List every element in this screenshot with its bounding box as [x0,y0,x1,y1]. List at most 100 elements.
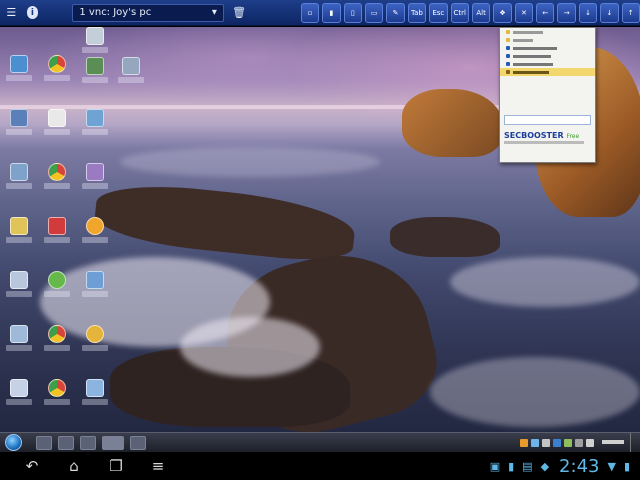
chrome-icon[interactable] [44,163,70,203]
info-icon[interactable]: i [26,6,39,19]
desktop-icon[interactable] [6,217,32,257]
arrow-down-2-icon: ↓ [606,8,613,17]
app-icon [506,62,510,66]
tray-icon[interactable] [553,438,561,447]
desktop-icon[interactable] [6,163,32,203]
desktop-icon[interactable] [82,109,108,149]
desktop-icon[interactable] [118,57,144,97]
app-icon [506,70,510,74]
wave-foam [120,147,380,177]
taskbar-app[interactable] [130,435,146,450]
popup-row[interactable] [500,28,595,36]
tray-icon[interactable] [531,438,539,447]
desktop-icon[interactable] [82,325,108,365]
network-icon[interactable] [575,438,583,447]
folder-icon [506,38,510,42]
arrow-down-button[interactable]: ↓ [578,2,598,23]
brush-icon: ✎ [392,8,399,17]
tray-popup[interactable]: SECBOOSTER Free [499,27,596,163]
menu-icon[interactable]: ☰ [4,5,19,21]
battery-small-icon[interactable]: ▮ [508,460,514,473]
screenshot-icon[interactable]: ▤ [522,460,532,473]
popup-row[interactable] [500,36,595,44]
arrow-left-button[interactable]: ← [536,2,555,23]
taskbar-app[interactable] [80,435,96,450]
popup-row[interactable] [500,60,595,68]
arrow-right-button[interactable]: → [557,2,576,23]
popup-row-selected[interactable] [500,68,595,76]
popup-row[interactable] [500,44,595,52]
vnc-toolbar: ☰ i 1 vnc: Joy's pc ▾ 🗑 ▫ ▮ ▯ ▭ ✎ Tab Es… [0,0,640,26]
desktop-icon[interactable] [44,109,70,149]
wifi-icon: ▼ [607,459,616,473]
arrow-up-icon: ↑ [627,8,634,17]
tray-icon[interactable] [564,438,572,447]
desktop-icon[interactable] [82,57,108,97]
desktop-icon[interactable] [82,163,108,203]
menu-icon[interactable]: ≡ [148,457,168,475]
trash-icon[interactable]: 🗑 [232,5,247,21]
arrow-up-button[interactable]: ↑ [621,2,640,23]
desktop-icon[interactable] [6,325,32,365]
chrome-icon[interactable] [44,379,70,419]
back-icon[interactable]: ↶ [22,457,42,475]
desktop-icon[interactable] [6,109,32,149]
vnc-notification-icon[interactable]: ▣ [490,460,500,473]
start-button[interactable] [5,434,22,451]
chrome-icon[interactable] [44,55,70,95]
tray-icon[interactable] [542,438,550,447]
home-icon[interactable]: ⌂ [64,457,84,475]
windows-clock[interactable] [602,439,624,446]
fullscreen-button[interactable]: ✕ [514,2,534,23]
desktop-icon[interactable] [82,217,108,257]
wave-foam [430,357,640,427]
alt-key-button[interactable]: Alt [471,2,491,23]
copy-icon: ▮ [329,8,334,17]
desktop-icon[interactable] [44,217,70,257]
volume-icon[interactable] [586,438,594,447]
chrome-icon[interactable] [44,325,70,365]
folder-icon [506,30,510,34]
paste-button[interactable]: ▯ [343,2,362,23]
app-icon [506,46,510,50]
desktop-icon[interactable] [82,271,108,311]
popup-footer [500,140,595,145]
desktop-icon[interactable] [82,379,108,419]
document-button[interactable]: ▭ [364,2,384,23]
popup-row[interactable] [500,52,595,60]
paste-icon: ▯ [350,8,355,17]
tray-icon[interactable] [520,438,528,447]
windows-key-icon: ❖ [499,8,506,17]
android-clock: 2:43 [559,455,600,477]
clipboard-icon: ▫ [307,8,313,17]
copy-button[interactable]: ▮ [322,2,341,23]
session-select[interactable]: 1 vnc: Joy's pc ▾ [72,3,224,22]
ctrl-key-button[interactable]: Ctrl [450,2,469,23]
taskbar-app[interactable] [36,435,52,450]
desktop-icon[interactable] [44,271,70,311]
brush-button[interactable]: ✎ [386,2,405,23]
taskbar-app-active[interactable] [102,435,124,450]
battery-icon: ▮ [623,459,630,473]
show-desktop-button[interactable] [630,432,640,453]
chevron-down-icon: ▾ [211,7,217,18]
document-icon: ▭ [370,8,378,17]
usb-icon[interactable]: ◆ [541,460,549,473]
ledge-rock [92,178,358,266]
windows-key-button[interactable]: ❖ [493,2,512,23]
taskbar-app[interactable] [58,435,74,450]
desktop-icon[interactable] [6,271,32,311]
remote-desktop[interactable]: SECBOOSTER Free [0,27,640,432]
tab-key-button[interactable]: Tab [407,2,427,23]
android-system-bar: ↶ ⌂ ❐ ≡ ▣ ▮ ▤ ◆ 2:43 ▼ ▮ [0,452,640,480]
recent-apps-icon[interactable]: ❐ [106,457,126,475]
arrow-down-2-button[interactable]: ↓ [600,2,619,23]
ledge-rock [390,217,500,257]
popup-search-input[interactable] [504,115,591,125]
desktop-icon[interactable] [6,55,32,95]
arrow-down-icon: ↓ [585,8,591,17]
popup-brand: SECBOOSTER Free [500,131,595,140]
esc-key-button[interactable]: Esc [429,2,448,23]
desktop-icon[interactable] [6,379,32,419]
clipboard-button[interactable]: ▫ [300,2,320,23]
